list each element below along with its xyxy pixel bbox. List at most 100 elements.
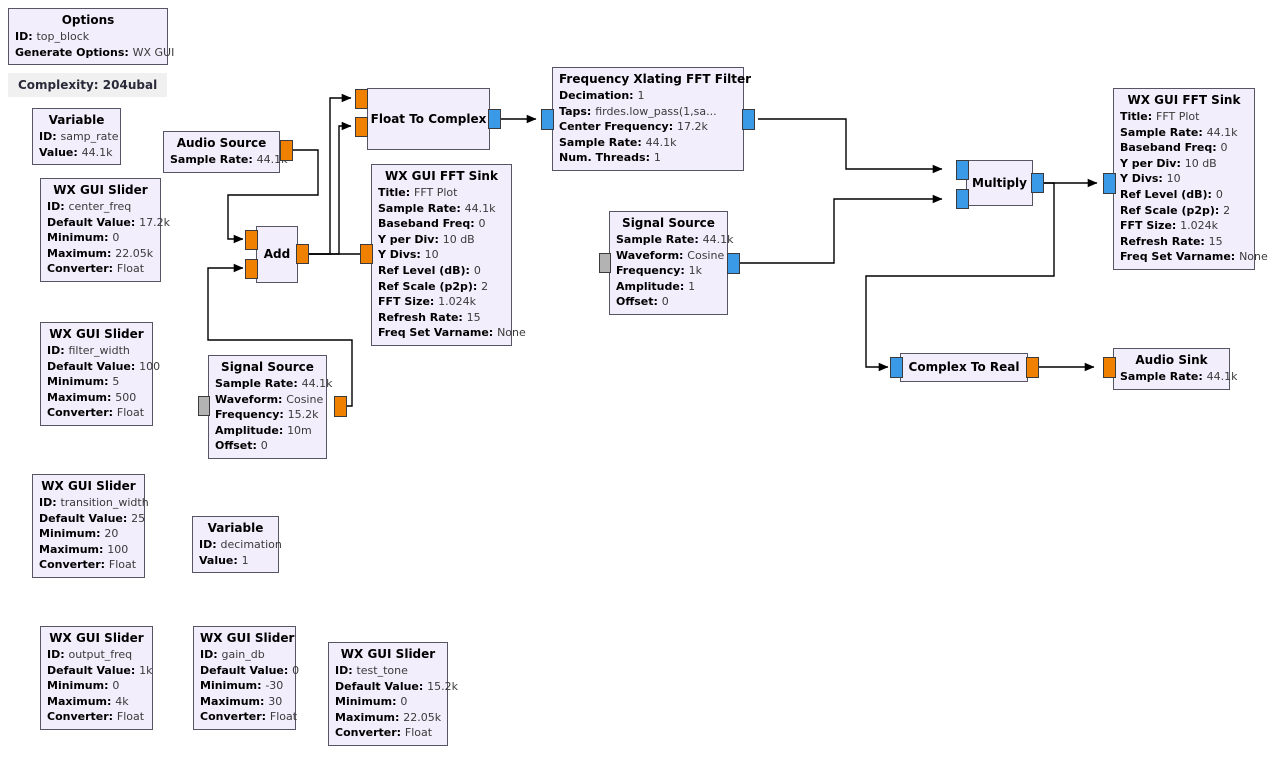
param-row: Ref Level (dB): 0 — [1120, 187, 1223, 201]
block-variable-samp-rate[interactable]: Variable ID: samp_rate Value: 44.1k — [32, 108, 121, 166]
block-float-to-complex[interactable]: Float To Complex — [367, 88, 490, 150]
param-row: Y Divs: 10 — [378, 248, 439, 262]
block-signal-source-right[interactable]: Signal Source Sample Rate: 44.1k Wavefor… — [609, 211, 734, 315]
port-add-in-0[interactable] — [245, 230, 258, 250]
block-title: WX GUI FFT Sink — [1127, 93, 1241, 107]
param-row: Maximum: 22.05k — [335, 710, 442, 724]
flowgraph-canvas[interactable]: Complexity: 204ubal Options ID: top_bloc… — [0, 0, 1280, 763]
block-title: WX GUI Slider — [340, 647, 436, 661]
port-audio-sink-in[interactable] — [1103, 357, 1116, 378]
block-title: Add — [263, 247, 291, 261]
port-freq-xlating-out[interactable] — [742, 109, 755, 130]
block-title: Complex To Real — [908, 360, 1020, 374]
block-title: Multiply — [972, 175, 1027, 190]
param-row: Minimum: 20 — [39, 527, 119, 541]
port-signal-source-left-msg-in[interactable] — [198, 396, 210, 416]
port-signal-source-left-out[interactable] — [334, 396, 347, 417]
param-row: ID: output_freq — [47, 648, 133, 661]
block-title: Audio Sink — [1135, 353, 1208, 367]
param-row: Ref Scale (p2p): 2 — [1120, 203, 1231, 217]
param-row: Converter: Float — [200, 710, 298, 724]
param-row: ID: decimation — [199, 538, 282, 551]
param-row: Title: FFT Plot — [378, 186, 458, 199]
param-row: Amplitude: 10m — [215, 423, 312, 437]
param-row: ID: test_tone — [335, 664, 408, 677]
param-row: Maximum: 30 — [200, 694, 283, 708]
block-title: Signal Source — [221, 360, 314, 374]
param-row: ID: top_block — [15, 30, 90, 43]
block-fft-sink-right[interactable]: WX GUI FFT Sink Title: FFT Plot Sample R… — [1113, 88, 1268, 270]
param-row: Waveform: Cosine — [215, 392, 324, 406]
port-float-to-complex-in-0[interactable] — [355, 89, 368, 109]
port-fft-sink-left-in[interactable] — [360, 244, 373, 264]
port-multiply-in-0[interactable] — [956, 160, 969, 180]
port-audio-source-out[interactable] — [280, 140, 293, 161]
block-slider-center-freq[interactable]: WX GUI Slider ID: center_freq Default Va… — [40, 178, 171, 282]
param-row: Offset: 0 — [215, 439, 268, 453]
port-add-out[interactable] — [296, 244, 309, 264]
param-row: Minimum: -30 — [200, 679, 284, 693]
param-row: Maximum: 500 — [47, 390, 137, 404]
block-slider-transition-width[interactable]: WX GUI Slider ID: transition_width Defau… — [32, 474, 149, 578]
param-row: Converter: Float — [47, 710, 145, 724]
param-row: ID: center_freq — [47, 200, 132, 213]
block-title: Float To Complex — [370, 111, 487, 126]
block-title: WX GUI Slider — [41, 479, 136, 493]
param-row: Amplitude: 1 — [616, 279, 696, 293]
block-audio-sink[interactable]: Audio Sink Sample Rate: 44.1k — [1113, 348, 1238, 390]
block-audio-source[interactable]: Audio Source Sample Rate: 44.1k — [163, 131, 288, 173]
block-slider-test-tone[interactable]: WX GUI Slider ID: test_tone Default Valu… — [328, 642, 458, 746]
param-row: Minimum: 5 — [47, 375, 120, 389]
block-signal-source-left[interactable]: Signal Source Sample Rate: 44.1k Wavefor… — [208, 355, 332, 459]
block-title: WX GUI Slider — [49, 631, 144, 645]
block-slider-gain-db[interactable]: WX GUI Slider ID: gain_db Default Value:… — [193, 626, 300, 730]
port-float-to-complex-out[interactable] — [488, 109, 501, 129]
param-row: Maximum: 4k — [47, 694, 129, 708]
block-slider-output-freq[interactable]: WX GUI Slider ID: output_freq Default Va… — [40, 626, 153, 730]
param-row: ID: gain_db — [200, 648, 265, 661]
block-freq-xlating-fft-filter[interactable]: Frequency Xlating FFT Filter Decimation:… — [552, 67, 752, 171]
block-title: Variable — [207, 521, 264, 535]
block-variable-decimation[interactable]: Variable ID: decimation Value: 1 — [192, 516, 282, 574]
param-row: Converter: Float — [39, 558, 137, 572]
port-add-in-1[interactable] — [245, 259, 258, 279]
param-row: Sample Rate: 44.1k — [1120, 370, 1238, 383]
port-signal-source-right-out[interactable] — [727, 253, 740, 274]
block-slider-filter-width[interactable]: WX GUI Slider ID: filter_width Default V… — [40, 322, 161, 426]
port-complex-to-real-out[interactable] — [1026, 357, 1039, 378]
param-row: Converter: Float — [47, 406, 145, 420]
port-freq-xlating-in[interactable] — [541, 109, 554, 130]
param-row: Default Value: 17.2k — [47, 215, 171, 229]
block-complex-to-real[interactable]: Complex To Real — [900, 353, 1028, 382]
block-title: WX GUI Slider — [49, 327, 144, 341]
param-row: Default Value: 1k — [47, 663, 153, 677]
param-row: ID: samp_rate — [39, 130, 119, 143]
param-row: Center Frequency: 17.2k — [559, 120, 708, 134]
param-row: Sample Rate: 44.1k — [378, 201, 496, 215]
param-row: Freq Set Varname: None — [378, 326, 526, 340]
param-row: FFT Size: 1.024k — [1120, 219, 1219, 233]
param-row: Default Value: 100 — [47, 359, 161, 373]
param-row: Sample Rate: 44.1k — [170, 153, 288, 166]
complexity-label: Complexity: 204ubal — [8, 73, 168, 97]
block-fft-sink-left[interactable]: WX GUI FFT Sink Title: FFT Plot Sample R… — [371, 164, 526, 346]
param-row: Sample Rate: 44.1k — [1120, 125, 1238, 139]
param-row: Minimum: 0 — [335, 695, 408, 709]
block-options[interactable]: Options ID: top_block Generate Options: … — [8, 8, 174, 66]
block-add[interactable]: Add — [256, 226, 298, 283]
block-title: Signal Source — [622, 216, 715, 230]
block-title: Frequency Xlating FFT Filter — [559, 72, 752, 86]
port-float-to-complex-in-1[interactable] — [355, 117, 368, 137]
param-row: Maximum: 22.05k — [47, 246, 154, 260]
param-row: Sample Rate: 44.1k — [616, 233, 734, 246]
port-multiply-in-1[interactable] — [956, 189, 969, 209]
port-signal-source-right-msg-in[interactable] — [599, 253, 611, 273]
port-fft-sink-right-in[interactable] — [1103, 173, 1116, 194]
block-multiply[interactable]: Multiply — [966, 160, 1033, 206]
block-title: Variable — [48, 113, 105, 127]
port-complex-to-real-in[interactable] — [890, 357, 903, 378]
param-row: Frequency: 1k — [616, 264, 703, 278]
port-multiply-out[interactable] — [1031, 173, 1044, 193]
param-row: Default Value: 0 — [200, 663, 300, 677]
param-row: Y per Div: 10 dB — [1120, 156, 1217, 170]
